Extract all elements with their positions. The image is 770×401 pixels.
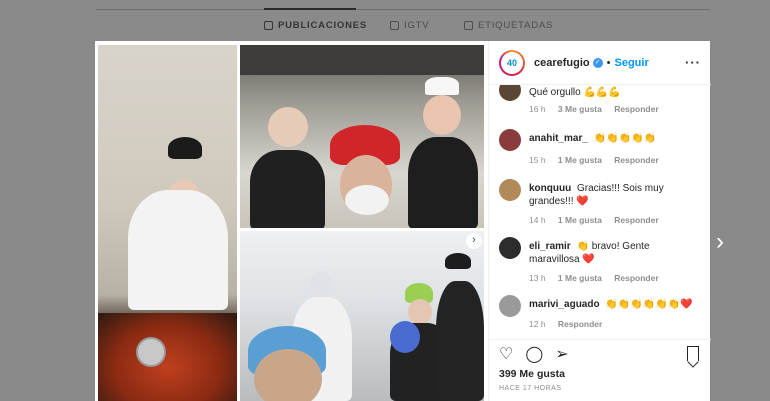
comment-meta: 15 h 1 Me gusta Responder xyxy=(529,155,669,165)
active-tab-indicator xyxy=(264,8,356,10)
tab-igtv[interactable]: IGTV xyxy=(390,20,429,31)
blue-glove xyxy=(390,321,420,353)
grid-icon xyxy=(264,21,273,30)
tab-igtv-label: IGTV xyxy=(404,20,430,31)
profile-tabs-bar: PUBLICACIONES IGTV ETIQUETADAS xyxy=(96,0,710,42)
comment-text: 👏👏👏👏👏👏❤️ xyxy=(605,299,693,310)
comment-likes[interactable]: 3 Me gusta xyxy=(558,104,602,114)
comment-meta: 14 h 1 Me gusta Responder xyxy=(529,215,669,225)
person-face xyxy=(310,271,332,297)
comment-avatar[interactable] xyxy=(499,85,521,101)
person-coat xyxy=(128,190,228,310)
comment-text-wrap: konquuu Gracias!!! Sois muy grandes!!! ❤… xyxy=(529,182,701,208)
likes-count[interactable]: 399 Me gusta xyxy=(499,368,565,380)
person-face xyxy=(408,299,432,325)
post-header: 40 cearefugio ✓ • Seguir ··· xyxy=(489,41,711,85)
dark-cap xyxy=(445,253,471,269)
comment-time: 16 h xyxy=(529,104,546,114)
separator-dot: • xyxy=(606,56,611,69)
share-icon[interactable]: ➢ xyxy=(555,346,568,364)
post-modal: › 40 cearefugio ✓ • Seguir ··· Qué orgul… xyxy=(95,41,711,401)
comment-avatar[interactable] xyxy=(499,179,521,201)
comment-meta: 16 h 3 Me gusta Responder xyxy=(529,104,669,114)
tag-icon xyxy=(464,21,473,30)
comment-time: 15 h xyxy=(529,155,546,165)
person-face xyxy=(423,95,461,135)
photo-cook-kitchen xyxy=(98,45,237,401)
comment-icon[interactable]: ◯ xyxy=(525,346,543,364)
comment-username[interactable]: konquuu xyxy=(529,183,571,194)
reply-button[interactable]: Responder xyxy=(614,104,658,114)
tv-icon xyxy=(390,21,399,30)
post-username[interactable]: cearefugio xyxy=(534,57,590,69)
comment-text-wrap: Qué orgullo 💪💪💪 xyxy=(529,86,701,99)
more-options-icon[interactable]: ··· xyxy=(685,55,701,70)
pan-of-food xyxy=(98,313,237,401)
tab-publications[interactable]: PUBLICACIONES xyxy=(264,20,367,31)
comments-list[interactable]: Qué orgullo 💪💪💪 16 h 3 Me gusta Responde… xyxy=(489,85,711,339)
comment-text-wrap: eli_ramir 👏 bravo! Gente maravillosa ❤️ xyxy=(529,240,701,266)
person-apron xyxy=(436,281,484,401)
comment-username[interactable]: anahit_mar_ xyxy=(529,133,588,144)
avatar[interactable]: 40 xyxy=(499,49,525,76)
person-hair xyxy=(168,137,202,159)
comment-likes[interactable]: 1 Me gusta xyxy=(558,215,602,225)
comment-username[interactable]: marivi_aguado xyxy=(529,299,600,310)
comment-time: 12 h xyxy=(529,319,546,329)
avatar-logo-text: 40 xyxy=(501,51,523,74)
person-face xyxy=(268,107,308,147)
comment-time: 13 h xyxy=(529,273,546,283)
tabs-divider xyxy=(96,9,710,10)
verified-badge-icon: ✓ xyxy=(592,57,603,68)
comment-username[interactable]: eli_ramir xyxy=(529,241,571,252)
comment-avatar[interactable] xyxy=(499,237,521,259)
photo-three-cooks xyxy=(240,45,484,228)
chef-hat xyxy=(425,77,459,95)
tab-publications-label: PUBLICACIONES xyxy=(278,20,368,31)
reply-button[interactable]: Responder xyxy=(614,155,658,165)
bookmark-icon[interactable] xyxy=(687,346,699,361)
follow-button[interactable]: Seguir xyxy=(615,57,649,69)
post-sidebar: 40 cearefugio ✓ • Seguir ··· Qué orgullo… xyxy=(488,41,711,401)
next-post-arrow[interactable]: › xyxy=(716,228,724,256)
post-photo-collage[interactable]: › xyxy=(95,41,488,401)
comment-text-wrap: anahit_mar_ 👏👏👏👏👏 xyxy=(529,132,701,145)
action-icons: ♡ ◯ ➢ xyxy=(499,346,569,364)
post-actions: ♡ ◯ ➢ 399 Me gusta HACE 17 HORAS xyxy=(489,339,711,401)
comment-text-wrap: marivi_aguado 👏👏👏👏👏👏❤️ xyxy=(529,298,701,311)
post-timestamp: HACE 17 HORAS xyxy=(499,385,562,392)
comment-likes[interactable]: 1 Me gusta xyxy=(558,155,602,165)
reply-button[interactable]: Responder xyxy=(614,215,658,225)
carousel-next-button[interactable]: › xyxy=(466,233,482,249)
ladle xyxy=(136,337,166,367)
person-apron xyxy=(408,137,478,228)
comment-avatar[interactable] xyxy=(499,295,521,317)
comment-meta: 12 h Responder xyxy=(529,319,612,329)
comment-text: Qué orgullo 💪💪💪 xyxy=(529,87,621,98)
person-apron xyxy=(250,150,325,228)
heart-icon[interactable]: ♡ xyxy=(499,346,513,364)
comment-likes[interactable]: 1 Me gusta xyxy=(558,273,602,283)
tab-tagged[interactable]: ETIQUETADAS xyxy=(464,20,553,31)
extractor-hood xyxy=(240,45,484,75)
photo-kitchen-team xyxy=(240,231,484,401)
person-face xyxy=(254,349,322,401)
tab-tagged-label: ETIQUETADAS xyxy=(478,20,554,31)
reply-button[interactable]: Responder xyxy=(558,319,602,329)
comment-meta: 13 h 1 Me gusta Responder xyxy=(529,273,669,283)
reply-button[interactable]: Responder xyxy=(614,273,658,283)
face-mask xyxy=(345,185,389,215)
comment-avatar[interactable] xyxy=(499,129,521,151)
comment-time: 14 h xyxy=(529,215,546,225)
comment-text: 👏👏👏👏👏 xyxy=(593,133,656,144)
